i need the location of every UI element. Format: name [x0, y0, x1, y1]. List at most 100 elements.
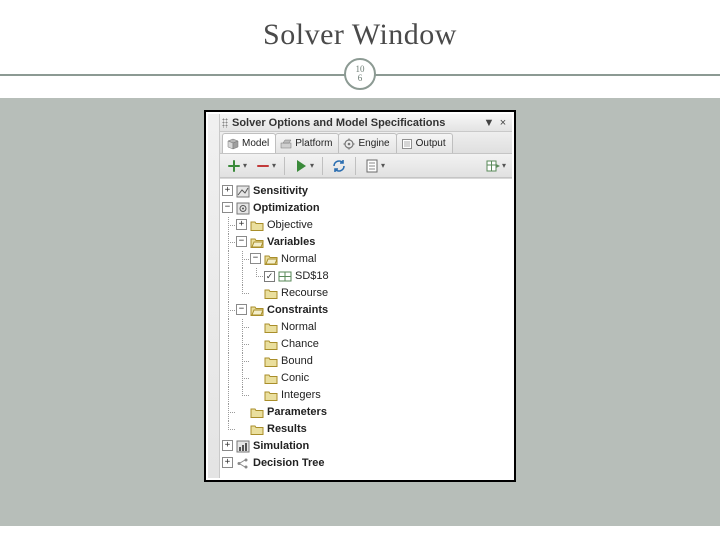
engine-icon — [343, 138, 355, 150]
toolbar-separator — [284, 157, 285, 175]
folder-icon — [264, 338, 278, 351]
collapse-button[interactable]: − — [236, 304, 247, 315]
tree-node-sensitivity[interactable]: + Sensitivity — [222, 183, 510, 200]
folder-icon — [264, 355, 278, 368]
tree-node-bound[interactable]: . Bound — [222, 353, 510, 370]
expand-button[interactable]: + — [222, 457, 233, 468]
tree-label: Recourse — [281, 285, 328, 302]
tree-node-parameters[interactable]: . Parameters — [222, 404, 510, 421]
tree-node-constraints-normal[interactable]: . Normal — [222, 319, 510, 336]
toolbar-separator — [355, 157, 356, 175]
pane-header: Solver Options and Model Specifications … — [220, 114, 512, 132]
expand-button[interactable]: + — [222, 440, 233, 451]
toolbar-separator — [322, 157, 323, 175]
tree-node-cell[interactable]: ✓ SD$18 — [222, 268, 510, 285]
tab-label: Engine — [358, 138, 389, 149]
tab-label: Output — [416, 138, 446, 149]
tab-model[interactable]: Model — [222, 133, 276, 153]
collapse-button[interactable]: − — [236, 236, 247, 247]
remove-button[interactable]: ▾ — [253, 156, 278, 176]
tree-label: Variables — [267, 234, 315, 251]
export-button[interactable]: ▾ — [483, 156, 508, 176]
plus-icon — [226, 158, 242, 174]
play-icon — [293, 158, 309, 174]
tree-node-recourse[interactable]: . Recourse — [222, 285, 510, 302]
close-icon[interactable]: × — [496, 117, 510, 129]
tree-label: Chance — [281, 336, 319, 353]
tree-label: Constraints — [267, 302, 328, 319]
tree-node-decision-tree[interactable]: + Decision Tree — [222, 455, 510, 472]
sensitivity-icon — [236, 185, 250, 198]
tree-node-variables[interactable]: − Variables — [222, 234, 510, 251]
optimization-icon — [236, 202, 250, 215]
folder-icon — [250, 406, 264, 419]
chevron-down-icon: ▾ — [381, 161, 385, 170]
tree-node-objective[interactable]: + Objective — [222, 217, 510, 234]
tree-label: Decision Tree — [253, 455, 325, 472]
decision-tree-icon — [236, 457, 250, 470]
folder-icon — [264, 321, 278, 334]
tree-label: Optimization — [253, 200, 320, 217]
simulation-icon — [236, 440, 250, 453]
pane-title: Solver Options and Model Specifications — [232, 117, 482, 129]
folder-icon — [264, 287, 278, 300]
report-button[interactable]: ▾ — [362, 156, 387, 176]
tree-node-integers[interactable]: . Integers — [222, 387, 510, 404]
cube-icon — [227, 138, 239, 150]
run-button[interactable]: ▾ — [291, 156, 316, 176]
tree-label: Conic — [281, 370, 309, 387]
expand-button[interactable]: + — [222, 185, 233, 196]
table-export-icon — [485, 158, 501, 174]
chevron-down-icon: ▾ — [243, 161, 247, 170]
pane-menu-dropdown[interactable]: ▼ — [482, 117, 496, 129]
tree-label: Results — [267, 421, 307, 438]
tree-label: Simulation — [253, 438, 309, 455]
tree-node-constraints[interactable]: − Constraints — [222, 302, 510, 319]
pane-tabs: Model Platform — [220, 132, 512, 154]
checkbox[interactable]: ✓ — [264, 271, 275, 282]
tree-node-results[interactable]: . Results — [222, 421, 510, 438]
refresh-icon — [331, 158, 347, 174]
tree-label: Parameters — [267, 404, 327, 421]
drag-handle-icon[interactable] — [222, 118, 228, 128]
chevron-down-icon: ▾ — [502, 161, 506, 170]
folder-open-icon — [250, 236, 264, 249]
sheet-icon — [364, 158, 380, 174]
tree-label: Sensitivity — [253, 183, 308, 200]
tree-label: Normal — [281, 251, 316, 268]
tree-label: Normal — [281, 319, 316, 336]
tree-node-variables-normal[interactable]: − Normal — [222, 251, 510, 268]
tree-node-simulation[interactable]: + Simulation — [222, 438, 510, 455]
tree-label: Integers — [281, 387, 321, 404]
tab-platform[interactable]: Platform — [275, 133, 339, 153]
page-badge: 10 6 — [344, 58, 376, 90]
pane-toolbar: ▾ ▾ — [220, 154, 512, 178]
tab-label: Model — [242, 138, 269, 149]
tab-label: Platform — [295, 138, 332, 149]
minus-icon — [255, 158, 271, 174]
tree-node-conic[interactable]: . Conic — [222, 370, 510, 387]
expand-button[interactable]: + — [236, 219, 247, 230]
add-button[interactable]: ▾ — [224, 156, 249, 176]
slide-bottom-strip — [0, 526, 720, 540]
folder-open-icon — [250, 304, 264, 317]
folder-open-icon — [264, 253, 278, 266]
refresh-button[interactable] — [329, 156, 349, 176]
tab-engine[interactable]: Engine — [338, 133, 396, 153]
tree-label: Objective — [267, 217, 313, 234]
folder-icon — [250, 423, 264, 436]
folder-icon — [264, 372, 278, 385]
collapse-button[interactable]: − — [250, 253, 261, 264]
chevron-down-icon: ▾ — [310, 161, 314, 170]
tree-node-optimization[interactable]: − Optimization — [222, 200, 510, 217]
cell-icon — [278, 270, 292, 283]
folder-icon — [264, 389, 278, 402]
solver-pane-screenshot: Solver Options and Model Specifications … — [204, 110, 516, 482]
tree-node-chance[interactable]: . Chance — [222, 336, 510, 353]
pane-gripper[interactable] — [208, 114, 220, 478]
page-badge-bottom: 6 — [358, 74, 363, 83]
chevron-down-icon: ▾ — [272, 161, 276, 170]
collapse-button[interactable]: − — [222, 202, 233, 213]
model-tree: + Sensitivity − Optimization — [220, 178, 512, 478]
tab-output[interactable]: Output — [396, 133, 453, 153]
